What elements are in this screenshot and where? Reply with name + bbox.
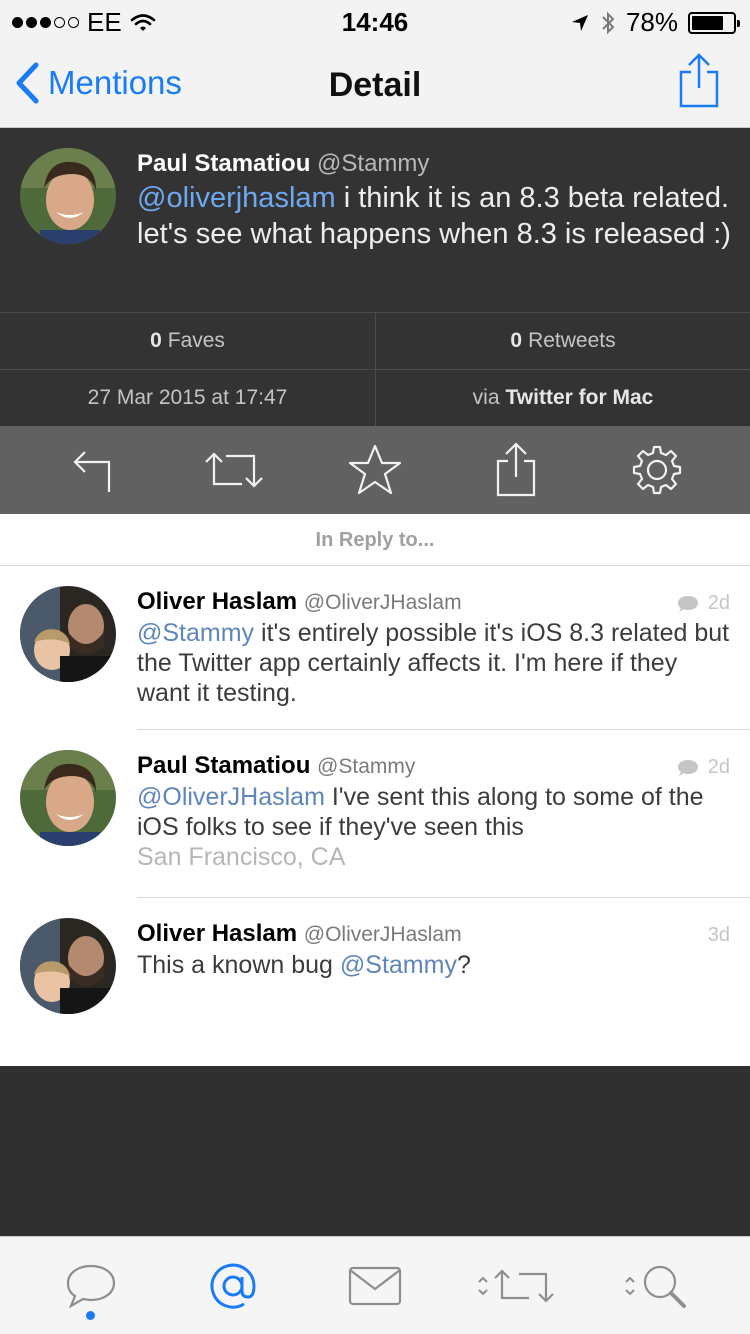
settings-button[interactable]: [617, 435, 697, 505]
author-name: Paul Stamatiou: [137, 150, 311, 177]
tab-messages[interactable]: [320, 1246, 430, 1326]
timeline-icon: [66, 1264, 116, 1309]
tweet-actions: [0, 426, 750, 514]
mention-link[interactable]: @OliverJHaslam: [137, 783, 325, 811]
avatar[interactable]: [20, 148, 116, 244]
tweet-author[interactable]: Paul Stamatiou @Stammy: [137, 752, 415, 780]
list-item[interactable]: Oliver Haslam @OliverJHaslam 2d @Stammy …: [0, 566, 750, 730]
star-icon: [348, 444, 402, 495]
battery-percent: 78%: [625, 7, 678, 37]
search-icon: [625, 1265, 686, 1308]
bluetooth-icon: [602, 11, 615, 34]
page-title: Detail: [328, 66, 422, 104]
avatar[interactable]: [20, 750, 116, 846]
tweet-location[interactable]: San Francisco, CA: [137, 843, 345, 871]
active-tab-indicator: [86, 1310, 95, 1320]
share-icon: [497, 442, 536, 497]
tab-retweets[interactable]: [462, 1246, 572, 1326]
retweet-icon: [205, 452, 263, 488]
mentions-icon: [210, 1263, 256, 1309]
author-handle: @Stammy: [317, 150, 430, 177]
tweet-age: 2d: [676, 756, 730, 779]
conversation-icon: [677, 759, 698, 776]
author-handle: @OliverJHaslam: [303, 591, 462, 614]
tweet-age: 3d: [707, 924, 730, 946]
mention-link[interactable]: @oliverjhaslam: [137, 182, 336, 214]
messages-icon: [348, 1266, 402, 1305]
mention-link[interactable]: @Stammy: [137, 619, 254, 647]
reply-button[interactable]: [53, 435, 133, 505]
tweet-text: @OliverJHaslam I've sent this along to s…: [137, 783, 704, 871]
main-tweet: Paul Stamatiou @Stammy @oliverjhaslam i …: [0, 128, 750, 312]
avatar[interactable]: [20, 586, 116, 682]
tweet-text: This a known bug @Stammy?: [137, 951, 471, 979]
tab-timeline[interactable]: [36, 1246, 146, 1326]
tab-bar: [0, 1236, 750, 1334]
reply-icon: [73, 451, 110, 492]
conversation-icon: [677, 595, 698, 612]
avatar[interactable]: [20, 918, 116, 1014]
status-bar: EE 14:46 78%: [0, 0, 750, 42]
retweet-button[interactable]: [194, 435, 274, 505]
mention-link[interactable]: @Stammy: [340, 951, 457, 979]
tweet-author[interactable]: Paul Stamatiou @Stammy: [137, 150, 429, 178]
navigation-bar: Mentions Detail: [0, 42, 750, 128]
tweet-client: via Twitter for Mac: [375, 369, 750, 426]
author-handle: @OliverJHaslam: [303, 923, 462, 946]
tweet-text: @Stammy it's entirely possible it's iOS …: [137, 619, 730, 707]
location-arrow-icon: [571, 14, 588, 31]
tweet-text: @oliverjhaslam i think it is an 8.3 beta…: [137, 182, 731, 250]
tweet-author[interactable]: Oliver Haslam @OliverJHaslam: [137, 588, 462, 616]
tweet-age: 2d: [676, 592, 730, 615]
retweets-count[interactable]: 0 Retweets: [375, 312, 750, 369]
battery-icon: [688, 11, 740, 34]
share-tweet-button[interactable]: [476, 435, 556, 505]
author-handle: @Stammy: [317, 755, 416, 778]
share-icon: [679, 53, 719, 108]
gear-icon: [633, 445, 682, 495]
tab-search[interactable]: [604, 1246, 714, 1326]
tweet-stats: 0 Faves 0 Retweets 27 Mar 2015 at 17:47 vi…: [0, 312, 750, 426]
favorite-button[interactable]: [335, 435, 415, 505]
tab-mentions[interactable]: [178, 1246, 288, 1326]
author-name: Oliver Haslam: [137, 588, 298, 615]
tweet-author[interactable]: Oliver Haslam @OliverJHaslam: [137, 920, 462, 948]
author-name: Paul Stamatiou: [137, 752, 311, 779]
in-reply-to-header: In Reply to...: [0, 514, 750, 566]
list-item[interactable]: Oliver Haslam @OliverJHaslam 3d This a k…: [0, 898, 750, 1066]
author-name: Oliver Haslam: [137, 920, 298, 947]
list-item[interactable]: Paul Stamatiou @Stammy 2d @OliverJHaslam…: [0, 730, 750, 898]
reply-list: Oliver Haslam @OliverJHaslam 2d @Stammy …: [0, 566, 750, 1066]
tweet-timestamp: 27 Mar 2015 at 17:47: [0, 369, 375, 426]
retweets-icon: [478, 1268, 554, 1303]
share-button[interactable]: [678, 52, 720, 115]
faves-count[interactable]: 0 Faves: [0, 312, 375, 369]
tweet-detail-screen: EE 14:46 78% Mentions Detail Paul Stamat…: [0, 0, 750, 1334]
